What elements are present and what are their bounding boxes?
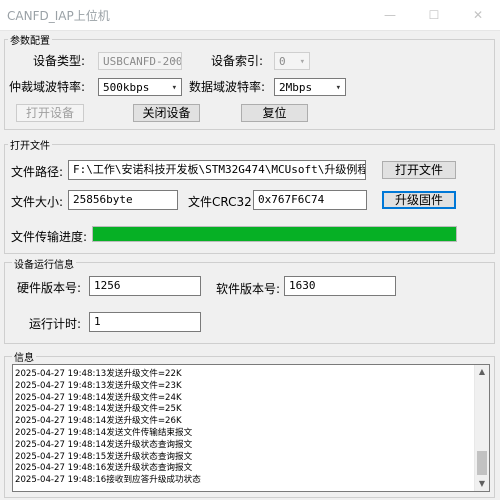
hw-version-field[interactable]: 1256 [89, 276, 201, 296]
log-line: 2025-04-27 19:48:14发送升级文件=24K [15, 392, 182, 403]
maximize-button[interactable]: ☐ [412, 0, 456, 30]
sw-version-label: 软件版本号: [216, 282, 281, 296]
arb-baud-value: 500kbps [103, 81, 150, 94]
progress-label: 文件传输进度: [11, 230, 88, 244]
log-line: 2025-04-27 19:48:13发送升级文件=23K [15, 380, 182, 391]
transfer-progress-bar [92, 226, 457, 242]
file-crc-label: 文件CRC32: [188, 195, 256, 209]
data-baud-value: 2Mbps [279, 81, 313, 94]
file-crc-field[interactable]: 0x767F6C74 [253, 190, 367, 210]
log-line: 2025-04-27 19:48:14发送升级状态查询报文 [15, 439, 193, 450]
data-baud-select[interactable]: 2Mbps ▾ [274, 78, 346, 96]
reset-button[interactable]: 复位 [241, 104, 308, 122]
scroll-thumb[interactable] [477, 451, 487, 475]
log-line: 2025-04-27 19:48:15发送升级状态查询报文 [15, 451, 193, 462]
chevron-down-icon: ▾ [171, 57, 177, 67]
open-device-button[interactable]: 打开设备 [16, 104, 84, 122]
info-title: 信息 [12, 349, 36, 364]
window-title: CANFD_IAP上位机 [7, 9, 110, 23]
device-index-select[interactable]: 0 ▾ [274, 52, 310, 70]
device-type-label: 设备类型: [33, 54, 86, 68]
minimize-icon: — [384, 8, 396, 22]
chevron-down-icon: ▾ [299, 57, 305, 67]
close-icon: ✕ [472, 8, 484, 22]
file-size-label: 文件大小: [11, 195, 64, 209]
maximize-icon: ☐ [428, 8, 440, 22]
scroll-up-icon[interactable]: ▲ [475, 365, 489, 379]
log-line: 2025-04-27 19:48:16接收到应答升级成功状态 [15, 475, 201, 486]
log-textbox[interactable]: 2025-04-27 19:48:13发送升级文件=22K 2025-04-27 … [12, 364, 490, 492]
param-config-title: 参数配置 [8, 32, 52, 47]
file-path-field[interactable]: F:\工作\安诺科技开发板\STM32G474\MCUsoft\升级例程\使 [68, 160, 366, 180]
device-type-value: USBCANFD-200 [103, 55, 182, 68]
log-line: 2025-04-27 19:48:16发送升级状态查询报文 [15, 463, 193, 474]
data-baud-label: 数据域波特率: [189, 80, 266, 94]
log-line: 2025-04-27 19:48:14发送文件传输结束报文 [15, 427, 193, 438]
open-file-button[interactable]: 打开文件 [382, 161, 456, 179]
arb-baud-select[interactable]: 500kbps ▾ [98, 78, 182, 96]
close-button[interactable]: ✕ [456, 0, 500, 30]
sw-version-field[interactable]: 1630 [284, 276, 396, 296]
title-bar: CANFD_IAP上位机 — ☐ ✕ [0, 0, 500, 31]
log-line: 2025-04-27 19:48:13发送升级文件=22K [15, 369, 182, 379]
log-line: 2025-04-27 19:48:14发送升级文件=25K [15, 404, 182, 415]
log-lines: 2025-04-27 19:48:13发送升级文件=22K 2025-04-27 … [15, 369, 201, 487]
open-file-title: 打开文件 [8, 137, 52, 152]
chevron-down-icon: ▾ [335, 83, 341, 93]
device-index-label: 设备索引: [211, 54, 264, 68]
minimize-button[interactable]: — [368, 0, 412, 30]
upgrade-firmware-button[interactable]: 升级固件 [382, 191, 456, 209]
chevron-down-icon: ▾ [171, 83, 177, 93]
arb-baud-label: 仲裁域波特率: [9, 80, 86, 94]
runtime-label: 运行计时: [29, 317, 82, 331]
device-type-select[interactable]: USBCANFD-200 ▾ [98, 52, 182, 70]
device-index-value: 0 [279, 55, 286, 68]
log-line: 2025-04-27 19:48:14发送升级文件=26K [15, 416, 182, 427]
runtime-field[interactable]: 1 [89, 312, 201, 332]
scroll-down-icon[interactable]: ▼ [475, 477, 489, 491]
progress-fill [93, 227, 456, 241]
file-path-label: 文件路径: [11, 165, 64, 179]
log-scrollbar[interactable]: ▲ ▼ [474, 365, 489, 491]
device-info-title: 设备运行信息 [12, 256, 76, 271]
close-device-button[interactable]: 关闭设备 [133, 104, 200, 122]
hw-version-label: 硬件版本号: [17, 281, 82, 295]
file-size-field[interactable]: 25856byte [68, 190, 178, 210]
